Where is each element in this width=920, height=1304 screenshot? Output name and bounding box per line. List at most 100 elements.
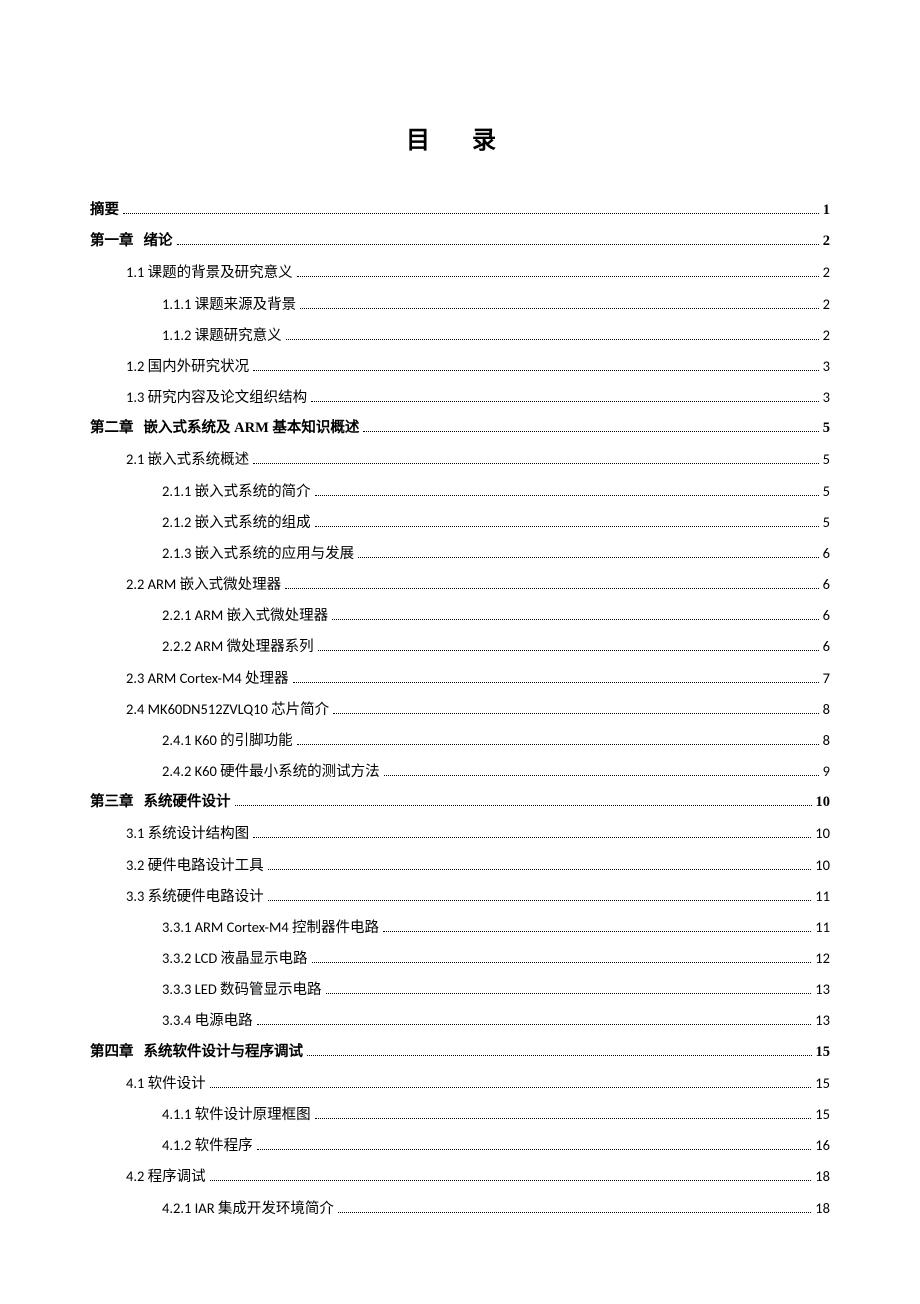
toc-page-number: 8 [823, 725, 830, 756]
toc-entry-label: 1.1.2 课题研究意义 [162, 320, 282, 351]
toc-entry: 3.3.2 LCD 液晶显示电路 12 [90, 943, 830, 974]
toc-page-number: 10 [815, 850, 830, 881]
toc-entry-label: 第一章绪论 [90, 226, 173, 257]
toc-entry-label: 2.4.1 K60 的引脚功能 [162, 725, 293, 756]
toc-leader-dots [383, 921, 811, 932]
toc-page-number: 13 [815, 974, 830, 1005]
toc-leader-dots [123, 203, 819, 214]
toc-page-number: 6 [823, 538, 830, 569]
toc-entry: 1.3 研究内容及论文组织结构3 [90, 382, 830, 413]
toc-entry-label: 3.3.1 ARM Cortex-M4 控制器件电路 [162, 912, 379, 943]
toc-entry: 1.1.1 课题来源及背景 2 [90, 289, 830, 320]
toc-entry: 4.2 程序调试 18 [90, 1161, 830, 1192]
toc-entry: 4.1.2 软件程序16 [90, 1130, 830, 1161]
toc-entry: 4.1.1 软件设计原理框图15 [90, 1099, 830, 1130]
toc-entry-label: 2.1.3 嵌入式系统的应用与发展 [162, 538, 354, 569]
toc-entry-label: 2.2.1 ARM 嵌入式微处理器 [162, 600, 328, 631]
toc-page-number: 3 [823, 382, 830, 413]
toc-page: 目 录 摘要 1 第一章绪论 21.1 课题的背景及研究意义21.1.1 课题来源及背… [0, 0, 920, 1304]
toc-entry-label: 摘要 [90, 195, 119, 226]
toc-list: 摘要1第一章绪论21.1 课题的背景及研究意义21.1.1 课题来源及背景21.… [90, 195, 830, 1224]
toc-page-number: 2 [823, 257, 830, 288]
toc-leader-dots [333, 703, 819, 714]
toc-entry-label: 2.1.2 嵌入式系统的组成 [162, 507, 311, 538]
toc-page-number: 11 [815, 912, 830, 943]
toc-page-number: 1 [823, 195, 830, 226]
toc-leader-dots [315, 1108, 812, 1119]
toc-entry: 3.3.3 LED 数码管显示电路 13 [90, 974, 830, 1005]
toc-entry-text: 系统硬件设计 [144, 794, 231, 810]
toc-entry-label: 3.3.4 电源电路 [162, 1005, 253, 1036]
toc-leader-dots [210, 1077, 812, 1088]
toc-entry-label: 4.2 程序调试 [126, 1161, 206, 1192]
toc-entry: 1.1 课题的背景及研究意义2 [90, 257, 830, 288]
toc-entry: 3.3 系统硬件电路设计11 [90, 881, 830, 912]
toc-entry: 2.2.1 ARM 嵌入式微处理器 6 [90, 600, 830, 631]
toc-page-number: 5 [823, 444, 830, 475]
toc-page-number: 3 [823, 351, 830, 382]
toc-entry: 3.1 系统设计结构图 10 [90, 818, 830, 849]
toc-entry-label: 3.2 硬件电路设计工具 [126, 850, 264, 881]
toc-entry: 第二章嵌入式系统及 ARM 基本知识概述5 [90, 413, 830, 444]
toc-entry-label: 2.1.1 嵌入式系统的简介 [162, 476, 311, 507]
toc-page-number: 9 [823, 756, 830, 787]
toc-entry: 第三章系统硬件设计 10 [90, 787, 830, 818]
toc-page-number: 12 [815, 943, 830, 974]
toc-page-number: 5 [823, 476, 830, 507]
toc-page-number: 6 [823, 600, 830, 631]
toc-leader-dots [235, 795, 812, 806]
toc-entry-label: 4.1.2 软件程序 [162, 1130, 253, 1161]
toc-entry: 2.1 嵌入式系统概述 5 [90, 444, 830, 475]
toc-page-number: 2 [823, 289, 830, 320]
toc-page-number: 6 [823, 631, 830, 662]
toc-leader-dots [297, 266, 819, 277]
toc-chapter-prefix: 第三章 [90, 794, 134, 810]
toc-entry-label: 1.2 国内外研究状况 [126, 351, 249, 382]
toc-entry-label: 第二章嵌入式系统及 ARM 基本知识概述 [90, 413, 359, 444]
toc-page-number: 10 [816, 787, 831, 818]
toc-leader-dots [338, 1201, 811, 1212]
toc-page-number: 2 [823, 226, 830, 257]
toc-entry: 2.4.2 K60 硬件最小系统的测试方法 9 [90, 756, 830, 787]
toc-page-number: 18 [815, 1161, 830, 1192]
toc-leader-dots [257, 1014, 812, 1025]
toc-entry: 摘要 1 [90, 195, 830, 226]
toc-entry-label: 2.2.2 ARM 微处理器系列 [162, 631, 314, 662]
toc-entry-label: 3.3.3 LED 数码管显示电路 [162, 974, 322, 1005]
toc-leader-dots [384, 765, 819, 776]
toc-entry-text: 系统软件设计与程序调试 [144, 1044, 304, 1060]
toc-page-number: 13 [815, 1005, 830, 1036]
toc-leader-dots [210, 1170, 812, 1181]
toc-page-number: 10 [815, 818, 830, 849]
toc-entry-label: 1.1.1 课题来源及背景 [162, 289, 296, 320]
toc-leader-dots [268, 890, 812, 901]
toc-title: 目 录 [90, 120, 830, 155]
toc-leader-dots [177, 234, 819, 245]
toc-leader-dots [326, 983, 812, 994]
toc-entry-label: 2.1 嵌入式系统概述 [126, 444, 249, 475]
toc-leader-dots [297, 734, 819, 745]
toc-leader-dots [307, 1045, 812, 1056]
toc-page-number: 15 [815, 1068, 830, 1099]
toc-entry: 3.3.4 电源电路 13 [90, 1005, 830, 1036]
toc-entry-label: 2.3 ARM Cortex-M4 处理器 [126, 663, 289, 694]
toc-entry-label: 第三章系统硬件设计 [90, 787, 231, 818]
toc-entry: 2.4.1 K60 的引脚功能 8 [90, 725, 830, 756]
toc-entry: 3.2 硬件电路设计工具 10 [90, 850, 830, 881]
toc-entry-label: 2.4.2 K60 硬件最小系统的测试方法 [162, 756, 380, 787]
toc-page-number: 7 [823, 663, 830, 694]
toc-entry: 2.2 ARM 嵌入式微处理器6 [90, 569, 830, 600]
toc-entry-label: 2.4 MK60DN512ZVLQ10 芯片简介 [126, 694, 329, 725]
toc-chapter-prefix: 第四章 [90, 1044, 134, 1060]
toc-entry: 1.2 国内外研究状况 3 [90, 351, 830, 382]
toc-page-number: 11 [815, 881, 830, 912]
toc-entry: 3.3.1 ARM Cortex-M4 控制器件电路 11 [90, 912, 830, 943]
toc-entry-label: 3.3.2 LCD 液晶显示电路 [162, 943, 308, 974]
toc-leader-dots [285, 578, 819, 589]
toc-chapter-prefix: 第二章 [90, 420, 134, 436]
toc-entry-label: 3.1 系统设计结构图 [126, 818, 249, 849]
toc-leader-dots [286, 329, 819, 340]
toc-leader-dots [311, 391, 819, 402]
toc-page-number: 6 [823, 569, 830, 600]
toc-entry: 2.2.2 ARM 微处理器系列 6 [90, 631, 830, 662]
